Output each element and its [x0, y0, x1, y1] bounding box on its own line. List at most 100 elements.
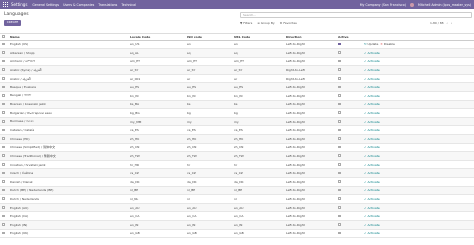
- pager-prev-icon[interactable]: ‹: [447, 21, 448, 25]
- filters-button[interactable]: ▼ Filters: [240, 21, 252, 25]
- activate-button[interactable]: Activate: [364, 231, 380, 235]
- search-input[interactable]: Search...: [240, 12, 472, 18]
- activate-button[interactable]: Activate: [364, 145, 380, 149]
- activate-button[interactable]: Activate: [364, 77, 380, 81]
- table-row[interactable]: Albanian / Shqipsq_ALsqsqLeft-to-RightAc…: [0, 48, 474, 58]
- table-row[interactable]: Bulgarian / български език bg_BG bg bg Left-…: [0, 108, 474, 118]
- table-row[interactable]: Catalan / Català ca_ES ca_ES ca_ES Left-to-R…: [0, 125, 474, 136]
- table-row[interactable]: Chinese (HK) zh_HK zh_HK zh_HK Left-to-Right…: [0, 134, 474, 144]
- activate-button[interactable]: Activate: [364, 188, 380, 192]
- cell-locale: ca_ES: [128, 125, 185, 136]
- activate-button[interactable]: Activate: [364, 197, 380, 201]
- table-row[interactable]: Bosnian / bosanski jezik bs_BA bs bs Left-to…: [0, 100, 474, 110]
- row-checkbox[interactable]: [2, 111, 5, 115]
- table-row[interactable]: Arabic (Syria) / الْعَرَبيّة ar_SY ar_SY ar…: [0, 65, 474, 75]
- row-checkbox[interactable]: [2, 102, 5, 106]
- cell-direction: Left-to-Right: [284, 229, 336, 239]
- row-checkbox[interactable]: [2, 94, 5, 97]
- activate-button[interactable]: Activate: [364, 128, 380, 132]
- row-checkbox[interactable]: [2, 197, 5, 200]
- table-row[interactable]: English (AU) en_AU en_AU en_AU Left-to-Right…: [0, 203, 474, 213]
- activate-button[interactable]: Activate: [364, 154, 380, 158]
- activate-button[interactable]: Activate: [364, 214, 380, 218]
- row-checkbox[interactable]: [2, 223, 5, 226]
- activate-button[interactable]: Activate: [364, 51, 380, 55]
- row-checkbox[interactable]: [2, 205, 5, 209]
- row-checkbox[interactable]: [2, 145, 5, 149]
- app-menu-icon[interactable]: [3, 2, 8, 7]
- pager-value[interactable]: 1-80 / 88: [430, 21, 444, 25]
- row-checkbox[interactable]: [2, 68, 5, 72]
- menu-users-companies[interactable]: Users & Companies: [63, 3, 94, 7]
- table-row[interactable]: Czech / Čeština cs_CZ cs_CZ cs_CZ Left-to-Ri…: [0, 168, 474, 178]
- activate-button[interactable]: Activate: [364, 171, 380, 175]
- cell-locale: am_ET: [128, 57, 185, 67]
- app-title[interactable]: Settings: [11, 2, 27, 7]
- menu-general-settings[interactable]: General Settings: [32, 3, 59, 7]
- activate-button[interactable]: Activate: [364, 120, 380, 124]
- row-checkbox[interactable]: [2, 77, 5, 80]
- table-row[interactable]: Dutch (BE) / Nederlands (BE) nl_BE nl_BE nl…: [0, 186, 474, 196]
- activate-button[interactable]: Activate: [364, 163, 380, 167]
- row-checkbox[interactable]: [2, 59, 5, 63]
- active-checkbox: [338, 59, 341, 63]
- table-row[interactable]: Basque / Euskara eu_ES eu_ES eu_ES Left-to-R…: [0, 82, 474, 93]
- table-row[interactable]: Danish / Dansk da_DK da_DK da_DK Left-to-Rig…: [0, 177, 474, 187]
- table-row[interactable]: English (CA) en_CA en_CA en_CA Left-to-Right…: [0, 211, 474, 221]
- row-checkbox[interactable]: [2, 171, 5, 175]
- cell-url: zh_CN: [232, 143, 284, 153]
- activate-button[interactable]: Activate: [364, 102, 380, 106]
- table-row[interactable]: Chinese (Traditional) / 繁體中文 zh_TW zh_TW zh…: [0, 151, 474, 161]
- row-checkbox[interactable]: [2, 188, 5, 192]
- activate-button[interactable]: Activate: [364, 59, 380, 63]
- row-checkbox[interactable]: [2, 137, 5, 140]
- activate-button[interactable]: Activate: [364, 94, 380, 98]
- table-row[interactable]: English (US)en_USenenLeft-to-RightUpdate…: [0, 40, 474, 50]
- create-button[interactable]: CREATE: [4, 20, 21, 26]
- activate-button[interactable]: Activate: [364, 180, 380, 184]
- row-checkbox[interactable]: [2, 120, 5, 123]
- row-checkbox[interactable]: [2, 85, 5, 89]
- row-checkbox[interactable]: [2, 51, 5, 54]
- group-by-button[interactable]: ≡ Group By: [257, 21, 274, 25]
- row-checkbox[interactable]: [2, 42, 5, 46]
- table-row[interactable]: Croatian / hrvatski jezik hr_HR hr hr Left-t…: [0, 160, 474, 170]
- row-checkbox[interactable]: [2, 231, 5, 235]
- activate-button[interactable]: Activate: [364, 223, 380, 227]
- favorites-button[interactable]: ★ Favorites: [280, 21, 297, 25]
- avatar[interactable]: [409, 2, 414, 7]
- cell-locale: en_AU: [128, 203, 185, 213]
- cell-locale: en_CA: [128, 211, 185, 221]
- user-menu[interactable]: Mitchell Admin (lpcs_master_sys): [418, 3, 471, 7]
- menu-translations[interactable]: Translations: [98, 3, 117, 7]
- table-row[interactable]: English (IN) en_IN en_IN en_IN Left-to-Right…: [0, 220, 474, 230]
- activate-button[interactable]: Activate: [364, 206, 380, 210]
- cell-locale: da_DK: [128, 177, 185, 187]
- disable-button[interactable]: Disable: [380, 42, 395, 46]
- update-button[interactable]: Update: [364, 42, 378, 46]
- table-row[interactable]: Burmese / ဗမာစာmy_MMmymyLeft-to-RightAct…: [0, 117, 474, 127]
- row-checkbox[interactable]: [2, 180, 5, 183]
- activate-button[interactable]: Activate: [364, 85, 380, 89]
- table-row[interactable]: Bengali / বাংলা bn_IN bn_IN bn_IN Left-to-Ri…: [0, 91, 474, 101]
- cell-name: English (IN): [8, 220, 128, 230]
- pager-next-icon[interactable]: ›: [451, 21, 452, 25]
- table-row[interactable]: English (UK) en_GB en_GB en_GB Left-to-Right…: [0, 229, 474, 239]
- table-row[interactable]: Arabic / الْعَرَبيّة ar_001 ar ar Right-to-L…: [0, 74, 474, 84]
- activate-button[interactable]: Activate: [364, 137, 380, 141]
- row-checkbox[interactable]: [2, 154, 5, 158]
- cell-direction: Left-to-Right: [284, 168, 336, 178]
- table-row[interactable]: Chinese (Simplified) / 简体中文 zh_CN zh_CN zh_…: [0, 143, 474, 153]
- menu-technical[interactable]: Technical: [121, 3, 136, 7]
- cell-url: zh_HK: [232, 134, 284, 144]
- company-switcher[interactable]: My Company (San Francisco): [360, 3, 406, 7]
- row-checkbox[interactable]: [2, 163, 5, 166]
- cell-direction: Left-to-Right: [284, 177, 336, 187]
- activate-button[interactable]: Activate: [364, 68, 380, 72]
- activate-button[interactable]: Activate: [364, 111, 380, 115]
- select-all-checkbox[interactable]: [2, 35, 5, 38]
- table-row[interactable]: Dutch / Nederlands nl_NL nl nl Left-to-Right…: [0, 194, 474, 204]
- row-checkbox[interactable]: [2, 128, 5, 132]
- row-checkbox[interactable]: [2, 214, 5, 218]
- table-row[interactable]: Amharic / አምሃርኛ am_ET am_ET am_ET Left-to-Ri…: [0, 57, 474, 67]
